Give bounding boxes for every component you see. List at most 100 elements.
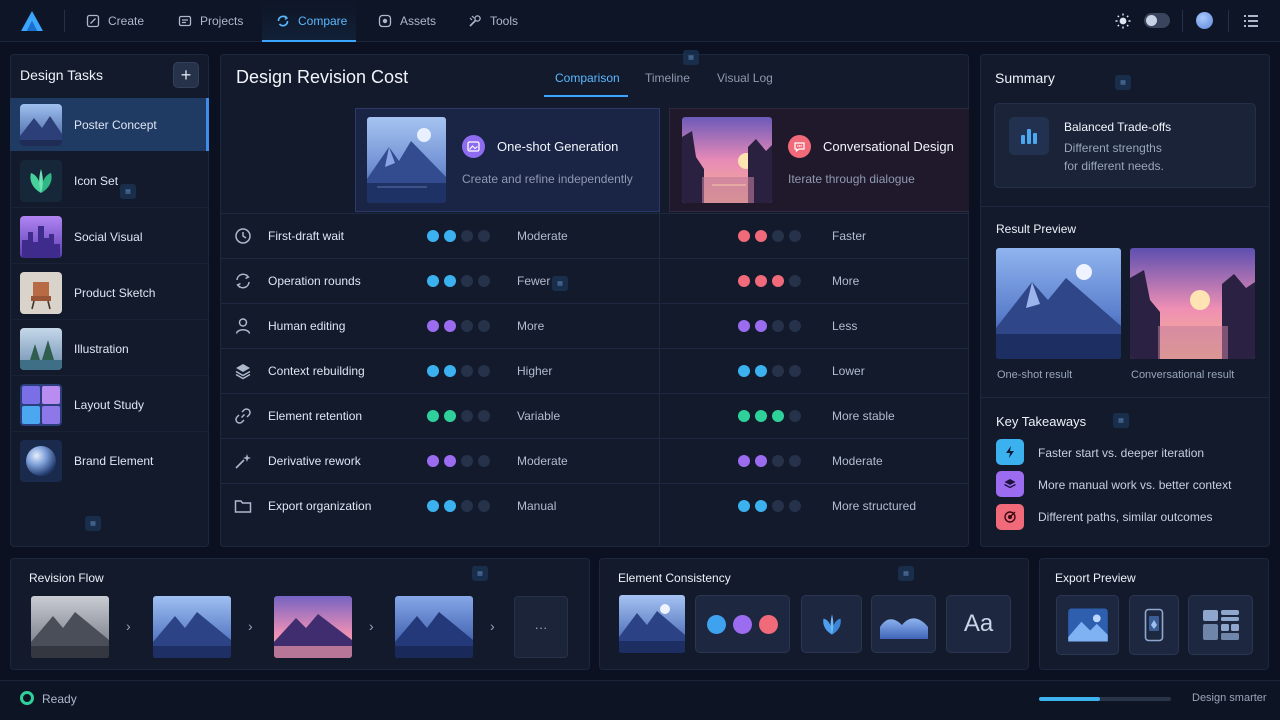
one-shot-level-dot — [444, 274, 456, 287]
column-subtitle: Create and refine independently — [462, 171, 633, 186]
page-title: Design Revision Cost — [236, 67, 409, 87]
sidebar-item-label: Illustration — [74, 341, 129, 356]
takeaway-text: Faster start vs. deeper iteration — [1038, 446, 1205, 460]
city-thumbnail — [20, 215, 62, 258]
nav-compare[interactable]: Compare — [276, 0, 347, 42]
forest-thumbnail — [20, 327, 62, 370]
row-label: Export organization — [268, 498, 372, 513]
sphere-thumbnail — [20, 439, 62, 482]
tab-comparison[interactable]: Comparison — [555, 71, 620, 85]
revision-step-4[interactable] — [395, 596, 473, 658]
sidebar-item-layout-study[interactable]: Layout Study — [10, 378, 209, 431]
sidebar-item-social-visual[interactable]: Social Visual — [10, 210, 209, 263]
one-shot-rating — [427, 499, 490, 512]
one-shot-value: More — [517, 318, 545, 333]
sidebar-item-product-sketch[interactable]: Product Sketch — [10, 266, 209, 319]
one-shot-rating — [427, 409, 490, 422]
nav-create[interactable]: Create — [86, 0, 144, 42]
conversational-level-dot — [738, 364, 750, 377]
conversational-rating — [738, 319, 801, 332]
conversational-level-dot — [789, 454, 801, 467]
landscape-wave-icon[interactable] — [871, 595, 936, 653]
one-shot-result-image[interactable] — [996, 248, 1121, 359]
one-shot-level-dot — [427, 319, 439, 332]
bar-chart-icon — [1009, 117, 1049, 155]
progress-fill — [1039, 697, 1100, 701]
divider — [981, 206, 1269, 207]
one-shot-level-dot — [427, 364, 439, 377]
one-shot-level-dot — [444, 499, 456, 512]
conversational-value: More — [832, 273, 860, 288]
one-shot-column-header[interactable]: One-shot Generation Create and refine in… — [355, 108, 660, 212]
revision-step-3[interactable] — [274, 596, 352, 658]
chevron-right-icon: › — [490, 618, 495, 634]
list-menu-icon[interactable] — [1242, 12, 1260, 30]
nav-label: Compare — [298, 14, 348, 28]
conversational-level-dot — [772, 319, 784, 332]
nav-label: Tools — [490, 14, 519, 28]
chevron-right-icon: › — [248, 618, 253, 634]
tagline: Design smarter — [1192, 692, 1267, 704]
nav-tools[interactable]: Tools — [468, 0, 518, 42]
add-task-button[interactable]: + — [173, 62, 199, 88]
conversational-rating — [738, 409, 801, 422]
app-logo-icon[interactable] — [20, 10, 44, 32]
row-label: Element retention — [268, 408, 363, 423]
conversational-column-header[interactable]: Conversational Design Iterate through di… — [669, 108, 969, 212]
revision-flow-title: Revision Flow — [29, 571, 104, 585]
conversational-level-dot — [772, 454, 784, 467]
conversational-value: More structured — [832, 498, 917, 513]
poster-thumbnail — [20, 103, 62, 146]
nav-label: Create — [108, 14, 145, 28]
one-shot-value: Manual — [517, 498, 557, 513]
avatar[interactable] — [1196, 12, 1213, 29]
watermark-badge-icon: ▦ — [120, 184, 136, 199]
element-mountain-image[interactable] — [619, 595, 685, 653]
edit-square-icon — [86, 14, 100, 28]
color-palette-tile[interactable] — [695, 595, 790, 653]
nav-label: Assets — [400, 14, 437, 28]
export-mobile-icon[interactable] — [1129, 595, 1179, 655]
revision-step-1[interactable] — [31, 596, 109, 658]
sun-icon[interactable] — [1114, 12, 1132, 30]
nav-projects[interactable]: Projects — [178, 0, 243, 42]
swatch-pink — [759, 614, 778, 634]
summary-card-title: Balanced Trade-offs — [1064, 120, 1172, 134]
takeaway-text: More manual work vs. better context — [1038, 478, 1232, 492]
sidebar-item-poster-concept[interactable]: Poster Concept — [10, 98, 209, 151]
tab-visual-log[interactable]: Visual Log — [717, 71, 773, 85]
one-shot-level-dot — [427, 454, 439, 467]
conversational-level-dot — [755, 454, 767, 467]
column-title: Conversational Design — [823, 138, 954, 154]
conversational-level-dot — [789, 319, 801, 332]
font-sample-tile[interactable]: Aa — [946, 595, 1011, 653]
sidebar-item-brand-element[interactable]: Brand Element — [10, 434, 209, 487]
divider — [10, 263, 209, 264]
leaf-icon[interactable] — [801, 595, 862, 653]
layers-icon — [996, 471, 1024, 497]
one-shot-level-dot — [427, 229, 439, 242]
conversational-level-dot — [755, 499, 767, 512]
export-image-icon[interactable] — [1056, 595, 1119, 655]
one-shot-level-dot — [461, 454, 473, 467]
nav-assets[interactable]: Assets — [378, 0, 436, 42]
theme-toggle[interactable] — [1144, 13, 1170, 28]
sidebar-item-icon-set[interactable]: Icon Set — [10, 154, 209, 207]
progress-bar — [1039, 697, 1171, 701]
watermark-badge-icon: ▦ — [898, 566, 914, 581]
export-grid-layout-icon[interactable] — [1188, 595, 1253, 655]
conversational-result-image[interactable] — [1130, 248, 1255, 359]
conversational-level-dot — [789, 499, 801, 512]
conversational-rating — [738, 454, 801, 467]
conversational-level-dot — [755, 409, 767, 422]
revision-step-2[interactable] — [153, 596, 231, 658]
one-shot-value: Moderate — [517, 228, 568, 243]
conversational-level-dot — [755, 319, 767, 332]
sidebar-item-illustration[interactable]: Illustration — [10, 322, 209, 375]
watermark-badge-icon: ▦ — [683, 50, 699, 65]
more-steps-button[interactable]: ··· — [514, 596, 568, 658]
one-shot-value: Moderate — [517, 453, 568, 468]
tab-timeline[interactable]: Timeline — [645, 71, 690, 85]
divider — [1182, 10, 1183, 32]
one-shot-level-dot — [444, 364, 456, 377]
